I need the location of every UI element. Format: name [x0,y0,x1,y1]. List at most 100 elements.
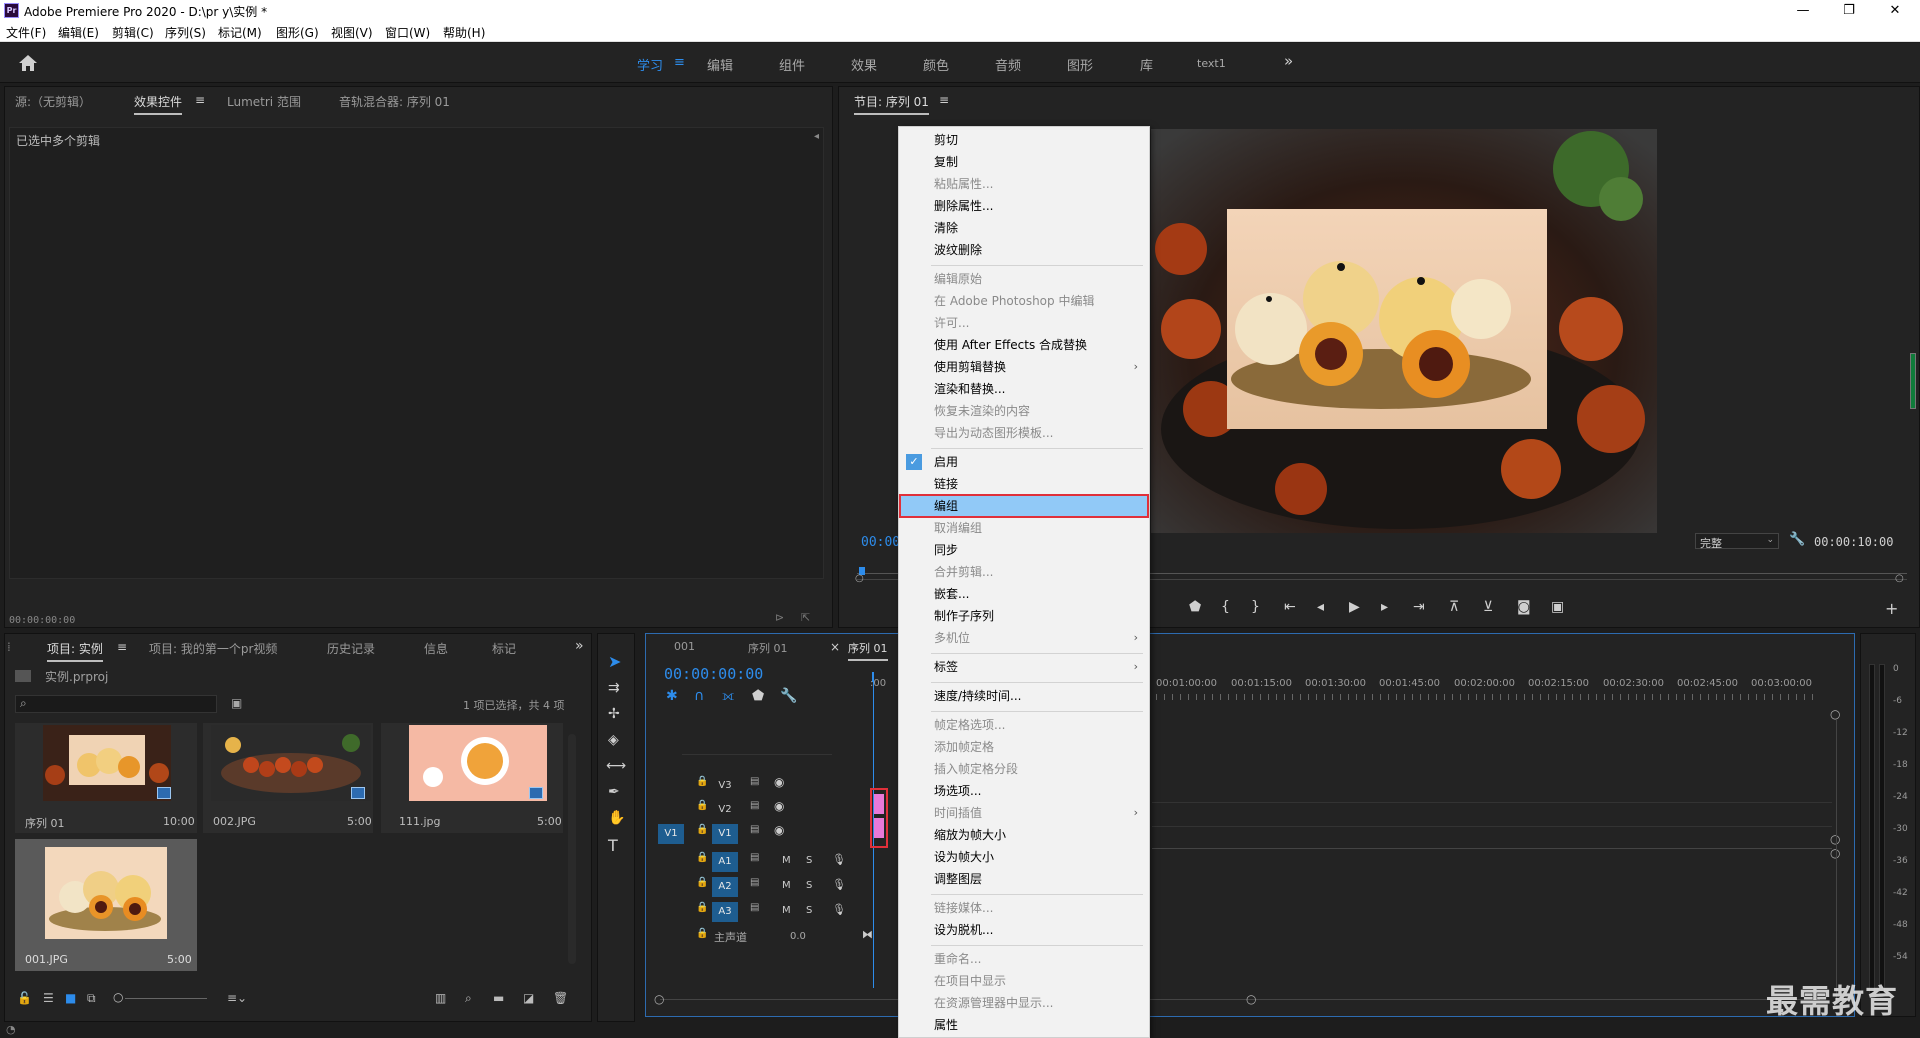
selection-tool-icon[interactable]: ➤ [608,652,621,671]
workspace-color[interactable]: 颜色 [923,55,949,74]
ctx-ripple-delete[interactable]: 波纹删除 [900,239,1148,261]
comparison-view-icon[interactable]: ▣ [1551,599,1564,615]
menu-sequence[interactable]: 序列(S) [165,24,206,41]
lock-track-icon[interactable]: 🔒 [696,852,708,863]
ctx-render-and-replace[interactable]: 渲染和替换... [900,378,1148,400]
track-a3-label[interactable]: A3 [712,902,738,922]
type-tool-icon[interactable]: T [608,836,618,855]
camera-icon[interactable]: ◙ [1517,599,1531,615]
ctx-cut[interactable]: 剪切 [900,129,1148,151]
workspace-effects[interactable]: 效果 [851,55,877,74]
lock-track-icon[interactable]: 🔒 [696,824,708,835]
ctx-multi-camera[interactable]: 多机位 › [900,627,1148,649]
ctx-group[interactable]: 编组 [899,494,1149,518]
project-scrollbar[interactable] [568,734,576,964]
vertical-zoom-handle-icon[interactable]: ○ [1830,707,1840,721]
timeline-timecode[interactable]: 00:00:00:00 [664,665,763,683]
mute-button[interactable]: M [782,905,791,916]
tab-project-instance[interactable]: 项目: 实例 [47,640,103,662]
lock-track-icon[interactable]: 🔒 [696,928,708,939]
new-item-icon[interactable]: ◪ [523,991,534,1005]
tab-source[interactable]: 源:（无剪辑） [15,93,91,110]
menu-view[interactable]: 视图(V) [331,24,373,41]
icon-view-icon[interactable]: ■ [65,991,76,1005]
ctx-restore-unrendered[interactable]: 恢复未渲染的内容 [900,400,1148,422]
workspace-text1[interactable]: text1 [1197,57,1226,70]
eye-icon[interactable]: ◉ [774,799,784,813]
ctx-scale-to-frame-size[interactable]: 缩放为帧大小 [900,824,1148,846]
ripple-edit-tool-icon[interactable]: ✢ [608,706,620,722]
collapse-icon[interactable]: ◂ [814,131,819,142]
ctx-adjustment-layer[interactable]: 调整图层 [900,868,1148,890]
mark-out-icon[interactable]: } [1251,599,1260,615]
ctx-field-options[interactable]: 场选项... [900,780,1148,802]
solo-button[interactable]: S [806,855,812,866]
lift-icon[interactable]: ⊼ [1449,599,1459,615]
tab-lumetri-scopes[interactable]: Lumetri 范围 [227,93,301,110]
lock-track-icon[interactable]: 🔒 [696,776,708,787]
ctx-replace-with-clip[interactable]: 使用剪辑替换 › [900,356,1148,378]
menu-window[interactable]: 窗口(W) [385,24,430,41]
vertical-scrollbar[interactable] [1836,720,1837,1000]
workspace-more-icon[interactable]: » [1284,52,1293,70]
snap-icon[interactable]: ∩ [694,688,704,704]
timeline-tab-sequence-b[interactable]: 序列 01 [848,640,888,661]
export-icon[interactable]: ⇱ [801,611,810,624]
automate-to-sequence-icon[interactable]: ▥ [435,991,446,1005]
effect-controls-menu-icon[interactable]: ≡ [195,93,205,107]
zoom-slider[interactable] [125,998,207,999]
ctx-label[interactable]: 标签 › [900,656,1148,678]
lock-track-icon[interactable]: 🔒 [696,902,708,913]
sync-lock-icon[interactable]: ▤ [750,824,759,835]
workspace-learn-menu-icon[interactable]: ≡ [674,55,685,70]
ctx-reveal-in-project[interactable]: 在项目中显示 [900,970,1148,992]
step-forward-icon[interactable]: ▸ [1381,599,1388,615]
menu-clip[interactable]: 剪辑(C) [112,24,154,41]
maximize-icon[interactable]: ❐ [1826,0,1872,22]
workspace-edit[interactable]: 编辑 [707,55,733,74]
new-bin-from-search-icon[interactable]: ▣ [231,696,242,710]
hand-tool-icon[interactable]: ✋ [608,810,625,826]
ctx-add-frame-hold[interactable]: 添加帧定格 [900,736,1148,758]
track-select-tool-icon[interactable]: ⇉ [608,680,620,696]
mark-in-icon[interactable]: { [1221,599,1230,615]
microphone-icon[interactable]: 🎙 [832,853,846,866]
project-item-sequence[interactable]: 序列 01 10:00 [15,723,197,833]
go-to-end-icon[interactable]: ⧓ [862,928,873,941]
project-item-111[interactable]: 111.jpg 5:00 [381,723,563,833]
close-icon[interactable]: ✕ [1872,0,1918,22]
list-view-icon[interactable]: ☰ [43,991,54,1005]
track-a2-label[interactable]: A2 [712,877,738,897]
project-panel-grip-icon[interactable]: ⁞ [7,640,11,654]
nest-icon[interactable]: ✱ [666,688,678,704]
ctx-reveal-in-explorer[interactable]: 在资源管理器中显示... [900,992,1148,1014]
menu-marker[interactable]: 标记(M) [218,24,262,41]
wrench-icon[interactable]: 🔧 [1789,532,1805,547]
source-patch-v1[interactable]: V1 [658,824,684,844]
play-icon[interactable]: ▶ [1349,599,1360,615]
ctx-frame-hold-options[interactable]: 帧定格选项... [900,714,1148,736]
ctx-set-to-frame-size[interactable]: 设为帧大小 [900,846,1148,868]
slip-tool-icon[interactable]: ⟷ [606,758,626,774]
ctx-edit-original[interactable]: 编辑原始 [900,268,1148,290]
add-marker-icon[interactable]: ⬟ [752,688,764,704]
timeline-tab-001[interactable]: 001 [674,640,695,653]
filter-icon[interactable]: ⊳ [775,611,784,624]
clip-v1[interactable] [874,818,884,838]
track-v3-label[interactable]: V3 [712,776,738,796]
extract-icon[interactable]: ⊻ [1483,599,1493,615]
sync-lock-icon[interactable]: ▤ [750,877,759,888]
workspace-graphics[interactable]: 图形 [1067,55,1093,74]
ctx-insert-frame-hold[interactable]: 插入帧定格分段 [900,758,1148,780]
tab-effect-controls[interactable]: 效果控件 [134,93,183,115]
menu-edit[interactable]: 编辑(E) [58,24,99,41]
pen-tool-icon[interactable]: ✒ [608,784,620,800]
workspace-libraries[interactable]: 库 [1140,55,1153,74]
microphone-icon[interactable]: 🎙 [832,903,846,916]
track-v1-label[interactable]: V1 [712,824,738,844]
timeline-tab-close-icon[interactable]: × [830,640,840,654]
mute-button[interactable]: M [782,880,791,891]
ctx-copy[interactable]: 复制 [900,151,1148,173]
eye-icon[interactable]: ◉ [774,775,784,789]
horizontal-scrollbar[interactable] [660,999,1820,1000]
